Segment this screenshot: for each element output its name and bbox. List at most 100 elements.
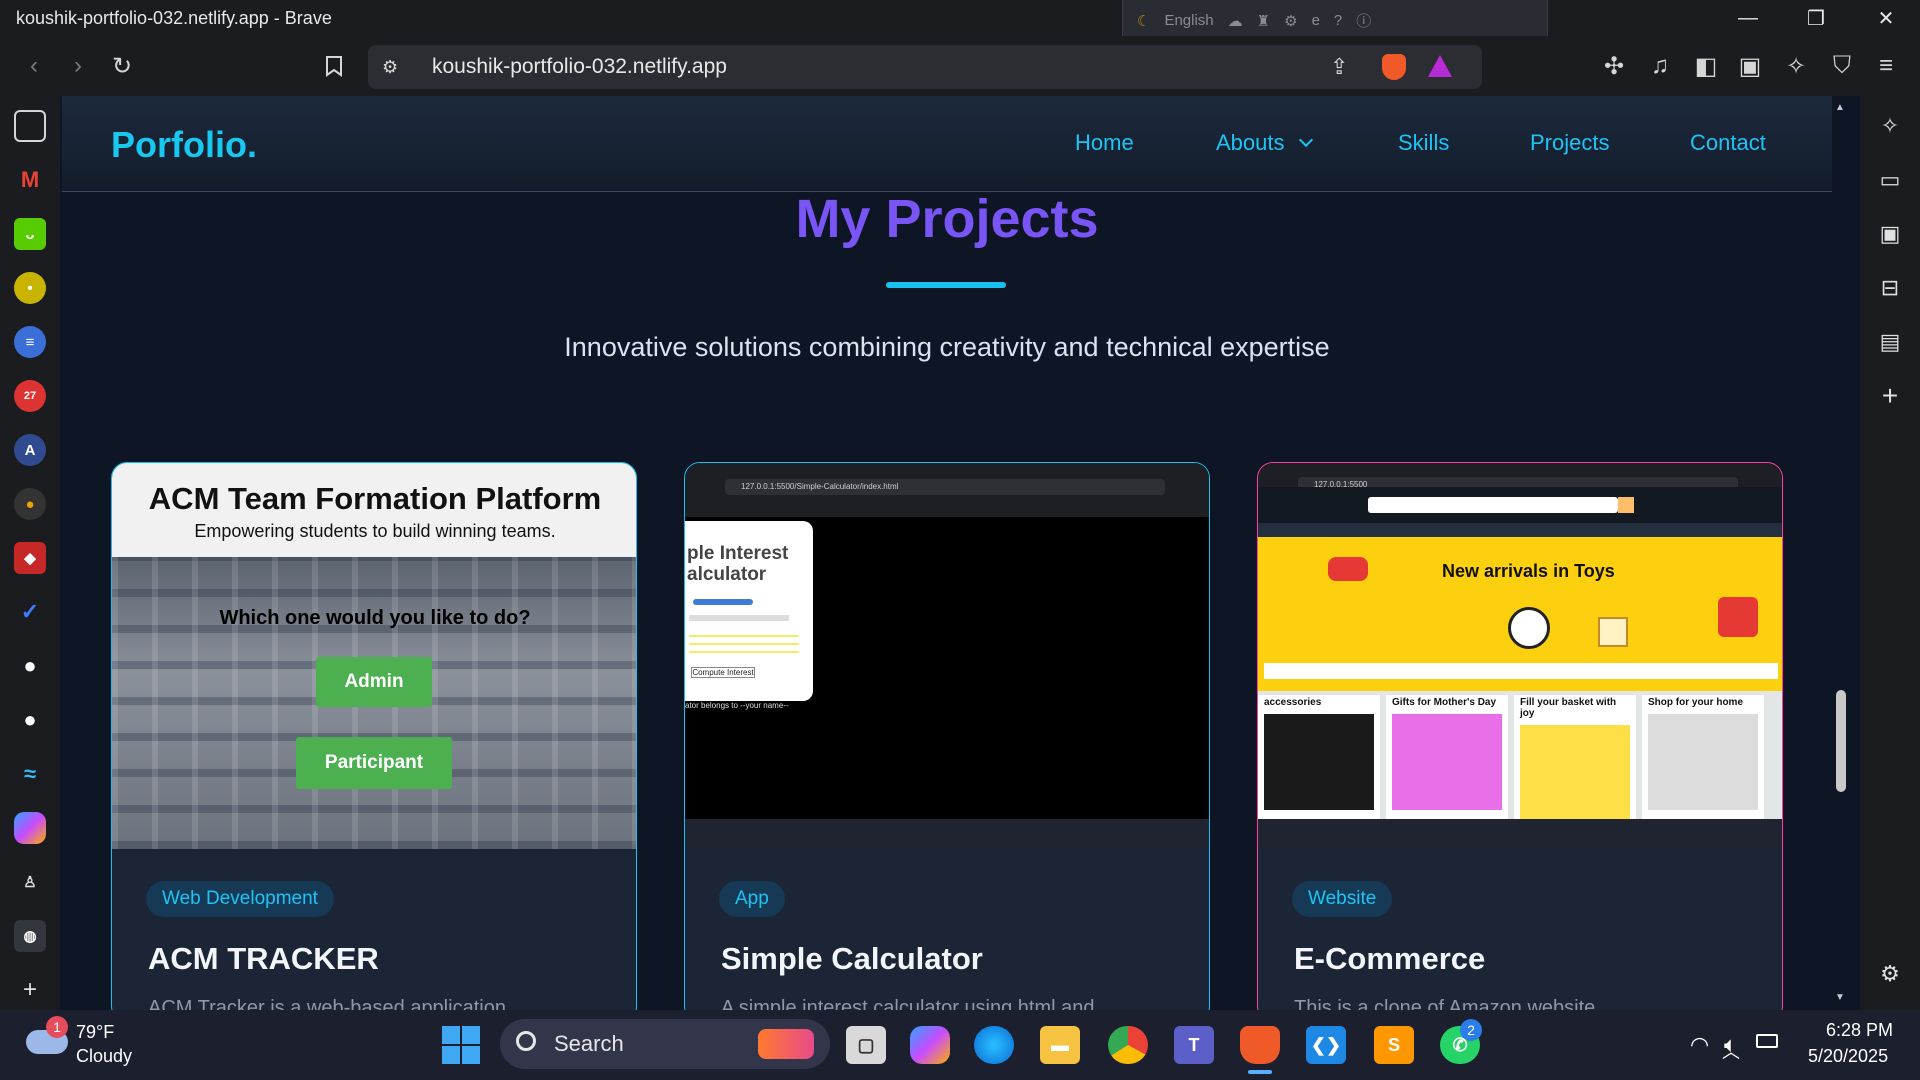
window-title: koushik-portfolio-032.netlify.app - Brav…	[16, 8, 332, 28]
project-card-ecommerce[interactable]: 127.0.0.1:5500 New arrivals in Toys acce…	[1257, 462, 1783, 1010]
back-icon[interactable]: ‹	[14, 46, 54, 86]
reload-icon[interactable]: ↻	[102, 46, 142, 86]
close-button[interactable]: ✕	[1856, 4, 1916, 32]
extensions-icon[interactable]: ✣	[1594, 46, 1634, 86]
clock-time[interactable]: 6:28 PM	[1826, 1020, 1893, 1041]
nav-abouts[interactable]: Abouts	[1216, 130, 1313, 156]
calendar-icon[interactable]: 27	[14, 380, 46, 412]
start-icon[interactable]	[442, 1026, 480, 1064]
project-title[interactable]: E-Commerce	[1294, 941, 1485, 977]
globe-icon[interactable]: ◍	[14, 920, 46, 952]
docs-icon[interactable]: ≡	[14, 326, 46, 358]
project-card-acm[interactable]: ACM Team Formation Platform Empowering s…	[111, 462, 637, 1010]
info-icon[interactable]: ⓘ	[1356, 10, 1371, 31]
app-icon[interactable]: ☾	[1137, 12, 1150, 30]
section-heading: My Projects	[795, 189, 1099, 249]
site-settings-icon[interactable]: ⚙	[382, 57, 406, 78]
scrollbar-thumb[interactable]	[1836, 690, 1846, 792]
project-card-calculator[interactable]: 127.0.0.1:5500/Simple-Calculator/index.h…	[684, 462, 1210, 1010]
app-icon[interactable]: •	[14, 272, 46, 304]
sidebar-toggle-icon[interactable]: ◧	[1686, 46, 1726, 86]
project-tag: Web Development	[146, 881, 334, 917]
input-line	[689, 615, 789, 621]
copilot-icon[interactable]	[14, 812, 46, 844]
wallet-icon[interactable]: ▣	[1730, 46, 1770, 86]
taskbar-search[interactable]: Search	[500, 1019, 830, 1069]
windows-taskbar: 1 79°F Cloudy ︿ ◠ 🔈︎ 6:28 PM 5/20/2025	[0, 1010, 1920, 1080]
gmail-icon[interactable]: M	[14, 164, 46, 196]
minimize-button[interactable]: —	[1718, 4, 1778, 32]
app-icon[interactable]: ●	[14, 488, 46, 520]
right-sidebar: ✧ ▭ ▣ ⊟ ▤ + ⚙	[1860, 96, 1920, 1010]
site-logo[interactable]: Porfolio.	[111, 124, 257, 166]
page-scrollbar[interactable]: ▲ ▼	[1832, 96, 1850, 1010]
forward-icon[interactable]: ›	[58, 46, 98, 86]
help-icon[interactable]: ?	[1334, 12, 1342, 29]
wifi-icon[interactable]: ◠	[1690, 1032, 1709, 1058]
github-icon[interactable]: ●	[14, 704, 46, 736]
app-icon[interactable]: A	[14, 434, 46, 466]
volume-icon[interactable]: 🔈︎	[1724, 1032, 1737, 1058]
nav-home[interactable]: Home	[1075, 130, 1134, 156]
brave-icon[interactable]	[1240, 1026, 1280, 1064]
edge-icon[interactable]	[974, 1026, 1014, 1064]
media-icon[interactable]: ▭	[1874, 164, 1906, 196]
scroll-up-arrow[interactable]: ▲	[1835, 102, 1845, 113]
chevron-down-icon[interactable]	[1298, 132, 1313, 148]
file-explorer-icon[interactable]: ▬	[1040, 1026, 1080, 1064]
app-icon[interactable]: ◆	[14, 542, 46, 574]
task-view-icon[interactable]: ▢	[846, 1026, 886, 1064]
sublime-text-icon[interactable]: S	[1374, 1026, 1414, 1064]
tailwind-icon[interactable]: ≈	[14, 758, 46, 790]
wallet-icon[interactable]: ▣	[1874, 218, 1906, 250]
menu-icon[interactable]: ≡	[1866, 46, 1906, 86]
ie-icon[interactable]: e	[1312, 12, 1320, 29]
project-title[interactable]: Simple Calculator	[721, 941, 983, 977]
project-screenshot: 127.0.0.1:5500/Simple-Calculator/index.h…	[685, 463, 1209, 849]
brave-rewards-icon[interactable]	[1428, 55, 1452, 77]
weather-temp[interactable]: 79°F	[76, 1022, 114, 1043]
copilot-icon[interactable]	[910, 1026, 950, 1064]
nav-skills[interactable]: Skills	[1398, 130, 1449, 156]
weather-desc[interactable]: Cloudy	[76, 1046, 132, 1067]
duolingo-icon[interactable]: ᴗ	[14, 218, 46, 250]
leo-ai-icon[interactable]: ✧	[1776, 46, 1816, 86]
project-description: ACM Tracker is a web-based application	[148, 997, 506, 1010]
add-icon[interactable]: +	[14, 974, 46, 1006]
cloud-icon[interactable]: ☁	[1228, 12, 1243, 30]
project-tag: App	[719, 881, 785, 917]
leo-ai-icon[interactable]: ✧	[1874, 110, 1906, 142]
chrome-icon[interactable]	[1108, 1026, 1148, 1064]
bird-icon[interactable]: ✓	[14, 596, 46, 628]
settings-icon[interactable]: ⚙	[1874, 958, 1906, 990]
project-title[interactable]: ACM TRACKER	[148, 941, 379, 977]
nav-projects[interactable]: Projects	[1530, 130, 1609, 156]
scroll-down-arrow[interactable]: ▼	[1835, 992, 1845, 1003]
add-icon[interactable]: +	[1874, 380, 1906, 412]
clock-date[interactable]: 5/20/2025	[1808, 1046, 1888, 1067]
share-icon[interactable]: ⇪	[1330, 54, 1348, 80]
project-description: This is a clone of Amazon website	[1294, 997, 1596, 1010]
gear-icon[interactable]: ⚙	[1284, 12, 1297, 30]
restore-button[interactable]: ❐	[1786, 4, 1846, 32]
bookmark-icon[interactable]	[314, 46, 354, 86]
brave-shields-icon[interactable]	[1382, 54, 1406, 80]
github-icon[interactable]: ●	[14, 650, 46, 682]
toy-rocket-icon	[1718, 597, 1758, 637]
language-label[interactable]: English	[1164, 12, 1213, 29]
vscode-icon[interactable]: ❮❯	[1306, 1026, 1346, 1064]
battery-icon[interactable]	[1756, 1034, 1778, 1048]
url-text[interactable]: koushik-portfolio-032.netlify.app	[432, 55, 727, 79]
nav-contact[interactable]: Contact	[1690, 130, 1766, 156]
address-bar[interactable]: ⚙ koushik-portfolio-032.netlify.app ⇪	[368, 45, 1482, 89]
chess-icon[interactable]: ♜	[1257, 12, 1270, 30]
bookmarks-icon[interactable]: ⊟	[1874, 272, 1906, 304]
sidebar-panel-icon[interactable]	[14, 110, 46, 142]
nav-abouts-label[interactable]: Abouts	[1216, 130, 1285, 155]
teams-icon[interactable]: T	[1174, 1026, 1214, 1064]
app-icon[interactable]: ♙	[14, 866, 46, 898]
project-screenshot: ACM Team Formation Platform Empowering s…	[112, 463, 636, 849]
vpn-shield-icon[interactable]: ⛉	[1822, 46, 1862, 86]
reading-list-icon[interactable]: ▤	[1874, 326, 1906, 358]
music-icon[interactable]: ♫	[1640, 46, 1680, 86]
